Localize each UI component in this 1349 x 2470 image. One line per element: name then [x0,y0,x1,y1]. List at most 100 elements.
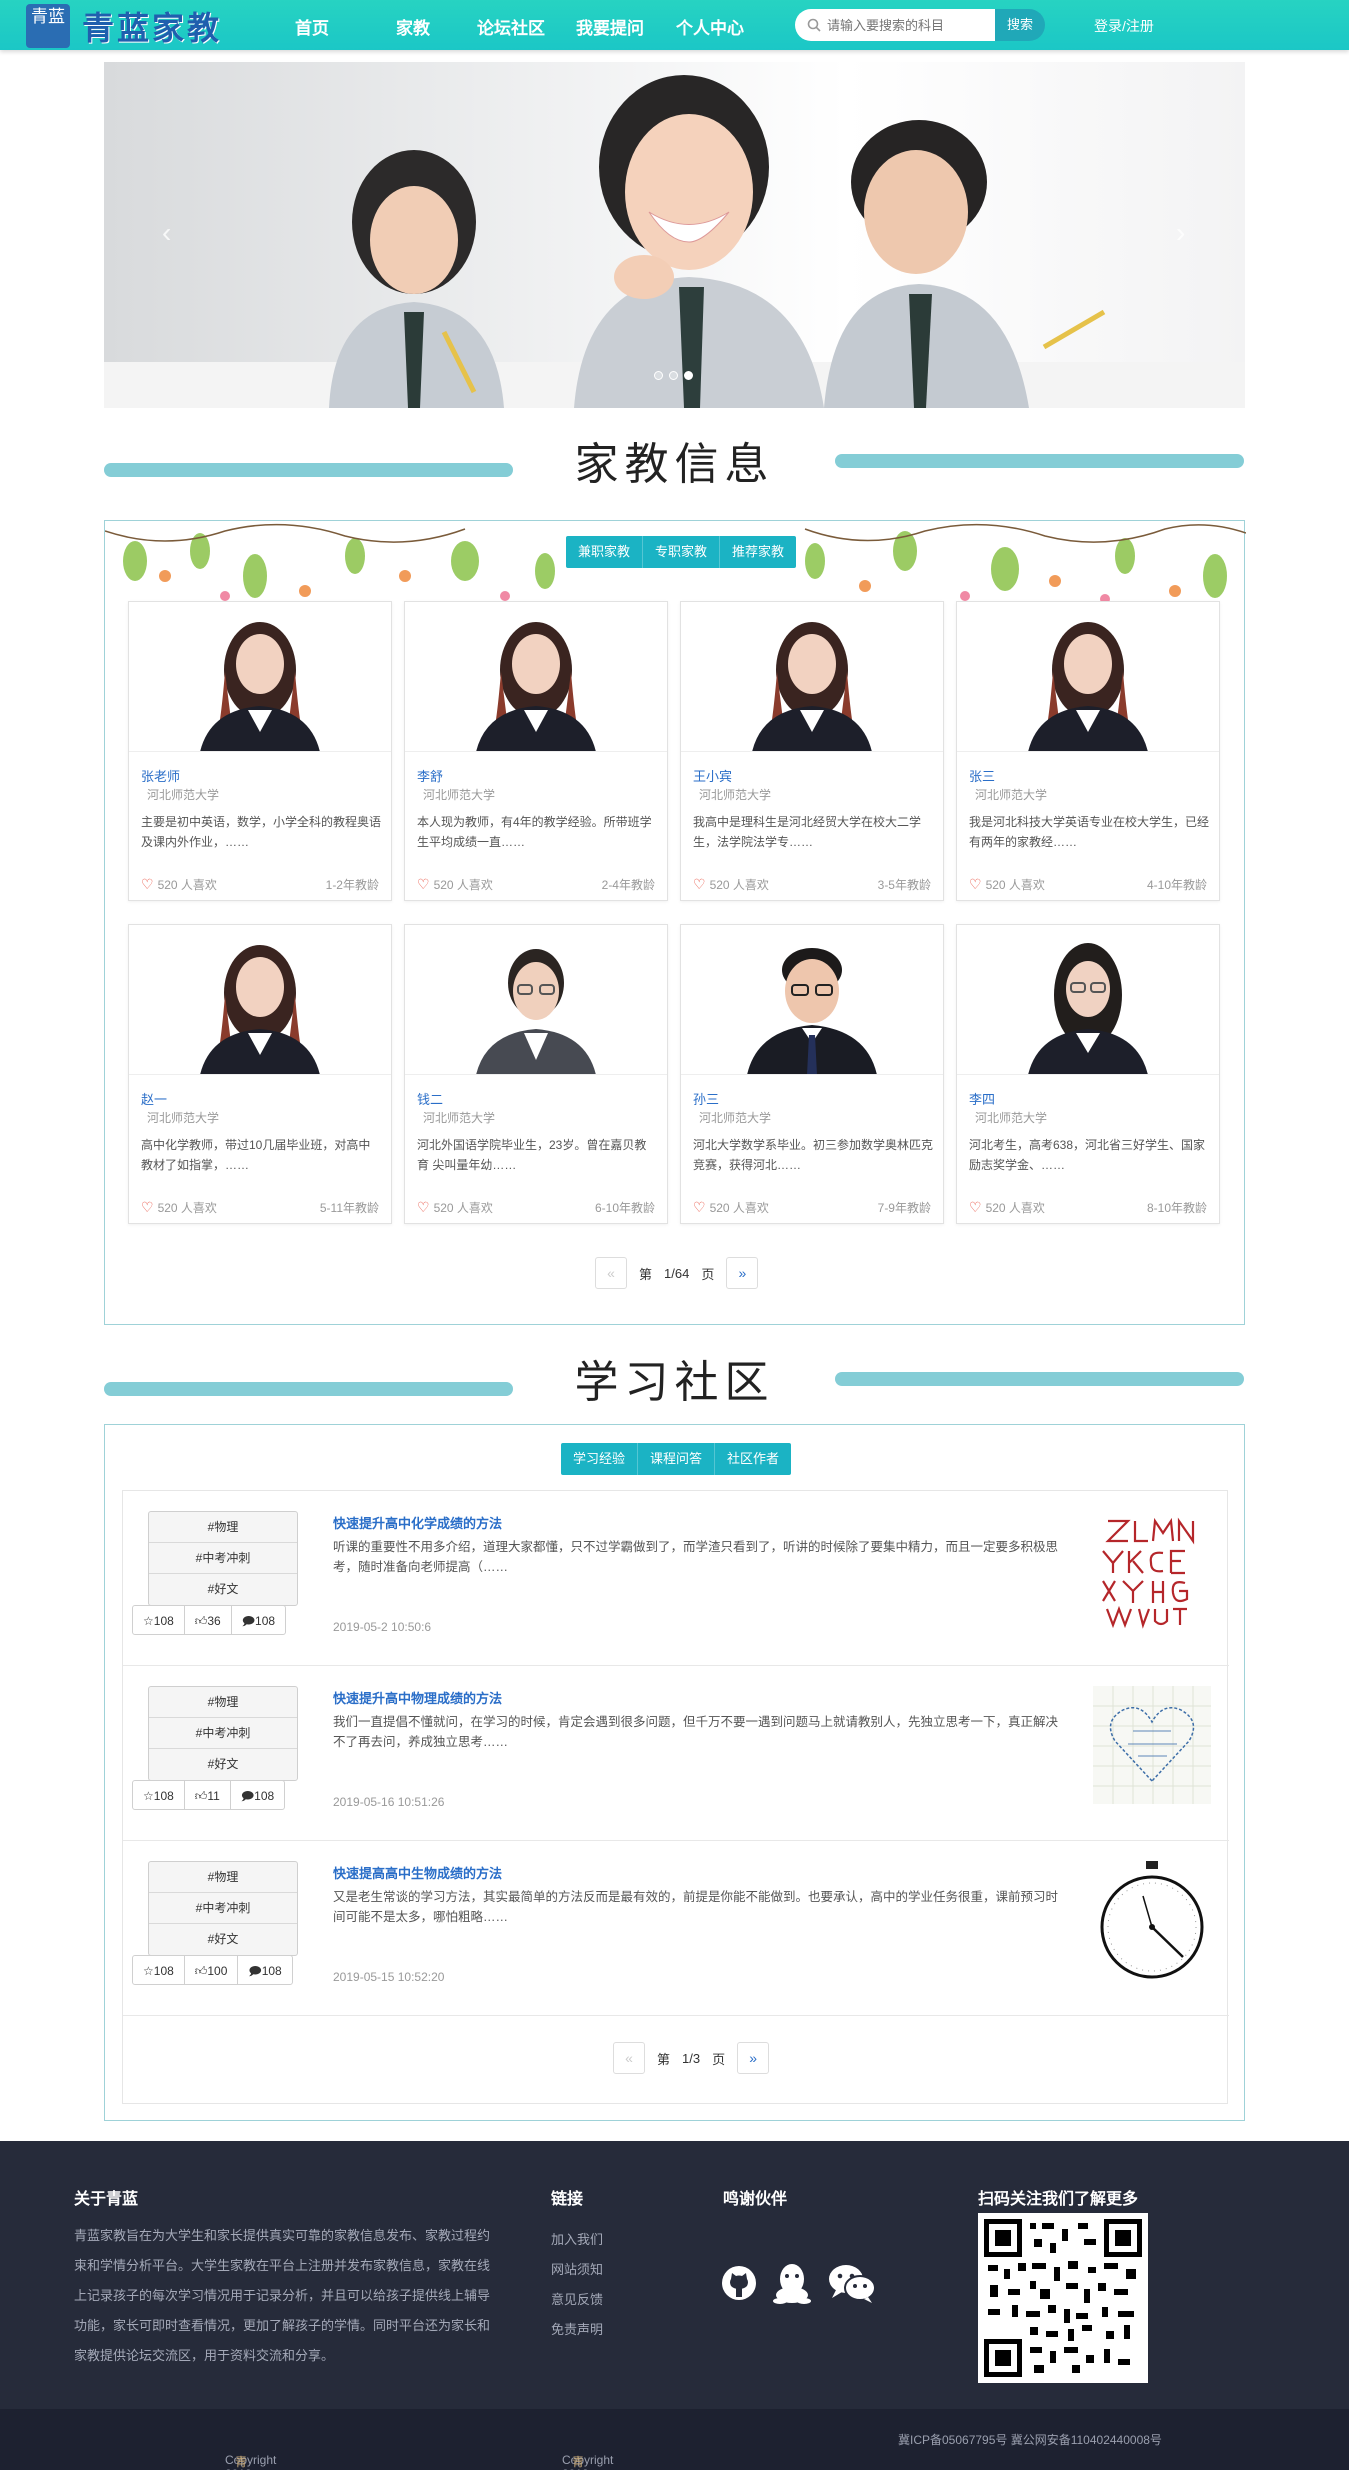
pagination-page-number: 1/64 [664,1265,690,1281]
tutor-experience: 6-10年教龄 [594,1201,655,1215]
nav-home[interactable]: 首页 [295,14,329,39]
carousel-dot[interactable] [669,371,678,380]
post-tag[interactable]: #物理 [149,1862,297,1893]
heart-icon[interactable]: ♡ [141,1199,154,1215]
post-tags: #物理 #中考冲刺 #好文 [148,1861,298,1956]
post-tags: #物理 #中考冲刺 #好文 [148,1511,298,1606]
pagination-next-button[interactable]: » [726,1257,759,1289]
tutor-name[interactable]: 王小宾 [693,766,732,785]
tutor-card[interactable]: 王小宾 河北师范大学 我高中是理科生是河北经贸大学在校大二学生，法学院法学专……… [680,601,944,901]
comment-button[interactable]: 🗩︎108 [237,1955,293,1985]
icp-registration[interactable]: 冀ICP备05067795号 冀公网安备110402440008号 [898,2431,1162,2448]
tutor-name[interactable]: 张三 [969,766,995,785]
post-excerpt: 听课的重要性不用多介绍，道理大家都懂，只不过学霸做到了，而学渣只看到了，听讲的时… [333,1540,1059,1574]
comment-button[interactable]: 🗩︎108 [230,1605,287,1635]
footer-link-feedback[interactable]: 意见反馈 [551,2285,603,2315]
post-list: #物理 #中考冲刺 #好文 ☆108 👍︎36 🗩︎108 快速提升高中化学成绩… [122,1490,1229,2104]
tutor-experience: 5-11年教龄 [319,1201,379,1215]
tutor-card[interactable]: 孙三 河北师范大学 河北大学数学系毕业。初三参加数学奥林匹克竞赛，获得河北…… … [680,924,944,1224]
carousel-dot[interactable] [654,371,663,380]
search-input[interactable] [827,17,987,33]
post-tag[interactable]: #好文 [149,1574,297,1605]
favorite-button[interactable]: ☆108 [132,1605,185,1635]
tutor-description: 我是河北科技大学英语专业在校大学生，已经有两年的家教经…… [969,815,1210,849]
heart-icon[interactable]: ♡ [693,876,706,892]
tab-full-time-tutor[interactable]: 专职家教 [643,536,721,568]
favorite-button[interactable]: ☆108 [132,1780,185,1810]
heart-icon[interactable]: ♡ [693,1199,706,1215]
post-title-link[interactable]: 快速提升高中化学成绩的方法 [333,1513,502,1532]
thumbs-up-icon: 👍︎ [194,1964,208,1978]
post-thumbnail-stopwatch[interactable] [1093,1861,1211,1979]
tab-community-authors[interactable]: 社区作者 [715,1443,791,1475]
tab-recommended-tutor[interactable]: 推荐家教 [720,536,796,568]
post-tag[interactable]: #好文 [149,1924,297,1955]
like-button[interactable]: 👍︎36 [183,1605,232,1635]
carousel-dot-active[interactable] [684,371,693,380]
post-tag[interactable]: #好文 [149,1749,297,1780]
tutor-name[interactable]: 孙三 [693,1089,719,1108]
copyright-brand[interactable]: 青蓝家教 [572,2453,584,2470]
nav-tutors[interactable]: 家教 [396,14,430,39]
footer-link-join-us[interactable]: 加入我们 [551,2225,603,2255]
tutor-name[interactable]: 赵一 [141,1089,167,1108]
tutor-experience: 2-4年教龄 [601,878,655,892]
pagination-prev-button[interactable]: « [613,2042,645,2074]
post-date: 2019-05-15 10:52:20 [333,1970,445,1984]
wechat-icon[interactable] [826,2262,878,2304]
qq-icon[interactable] [772,2261,812,2305]
pagination-prefix: 第 [639,1266,653,1282]
footer-link-site-notice[interactable]: 网站须知 [551,2255,603,2285]
tutor-name[interactable]: 李舒 [417,766,443,785]
nav-user-center[interactable]: 个人中心 [676,14,744,39]
post-tag[interactable]: #物理 [149,1512,297,1543]
post-title-link[interactable]: 快速提高高中生物成绩的方法 [333,1863,502,1882]
tutor-card[interactable]: 钱二 河北师范大学 河北外国语学院毕业生，23岁。曾在嘉贝教育 尖叫量年幼…… … [404,924,668,1224]
tutor-description: 河北大学数学系毕业。初三参加数学奥林匹克竞赛，获得河北…… [693,1138,934,1172]
tutor-card[interactable]: 张老师 河北师范大学 主要是初中英语，数学，小学全科的教程奥语及课内外作业，……… [128,601,392,901]
heart-icon[interactable]: ♡ [141,876,154,892]
carousel-next-arrow[interactable]: › [1176,217,1185,249]
tab-study-experience[interactable]: 学习经验 [561,1443,639,1475]
pagination-prev-button[interactable]: « [595,1257,627,1289]
nav-forum[interactable]: 论坛社区 [477,14,545,39]
heart-icon[interactable]: ♡ [969,876,982,892]
post-thumbnail-letters[interactable] [1093,1511,1211,1629]
tutor-name[interactable]: 李四 [969,1089,995,1108]
tab-part-time-tutor[interactable]: 兼职家教 [566,536,644,568]
login-register-link[interactable]: 登录/注册 [1094,16,1154,36]
like-button[interactable]: 👍︎100 [183,1955,239,1985]
github-icon[interactable] [720,2264,758,2302]
nav-ask-question[interactable]: 我要提问 [576,14,644,39]
comment-button[interactable]: 🗩︎108 [229,1780,286,1810]
heart-icon[interactable]: ♡ [969,1199,982,1215]
heart-icon[interactable]: ♡ [417,876,430,892]
carousel-prev-arrow[interactable]: ‹ [162,217,171,249]
like-button[interactable]: 👍︎11 [183,1780,231,1810]
tutor-name[interactable]: 张老师 [141,766,180,785]
tutor-school: 河北师范大学 [975,788,1048,802]
tutor-name[interactable]: 钱二 [417,1089,443,1108]
post-tag[interactable]: #物理 [149,1687,297,1718]
pagination-page-number: 1/3 [682,2050,701,2066]
tutor-school: 河北师范大学 [699,1111,772,1125]
search-button[interactable]: 搜索 [995,9,1045,41]
copyright-brand[interactable]: 青蓝家教 [235,2453,247,2470]
tab-course-qa[interactable]: 课程问答 [638,1443,716,1475]
tutor-card[interactable]: 李舒 河北师范大学 本人现为教师，有4年的教学经验。所带班学生平均成绩一直…… … [404,601,668,901]
post-tag[interactable]: #中考冲刺 [149,1543,297,1574]
favorite-button[interactable]: ☆108 [132,1955,185,1985]
heart-icon[interactable]: ♡ [417,1199,430,1215]
tutor-card[interactable]: 赵一 河北师范大学 高中化学教师，带过10几届毕业班，对高中教材了如指掌，…… … [128,924,392,1224]
tutor-description: 我高中是理科生是河北经贸大学在校大二学生，法学院法学专…… [693,815,922,849]
post-tag[interactable]: #中考冲刺 [149,1718,297,1749]
site-logo[interactable]: 青蓝 青蓝家教 [26,4,222,48]
tutor-card[interactable]: 张三 河北师范大学 我是河北科技大学英语专业在校大学生，已经有两年的家教经…… … [956,601,1220,901]
footer-link-disclaimer[interactable]: 免责声明 [551,2315,603,2345]
post-tag[interactable]: #中考冲刺 [149,1893,297,1924]
post-title-link[interactable]: 快速提升高中物理成绩的方法 [333,1688,502,1707]
post-thumbnail-heart-sketch[interactable] [1093,1686,1211,1804]
pagination-next-button[interactable]: » [737,2042,770,2074]
like-count: 36 [207,1614,221,1628]
tutor-card[interactable]: 李四 河北师范大学 河北考生，高考638，河北省三好学生、国家励志奖学金、…… … [956,924,1220,1224]
